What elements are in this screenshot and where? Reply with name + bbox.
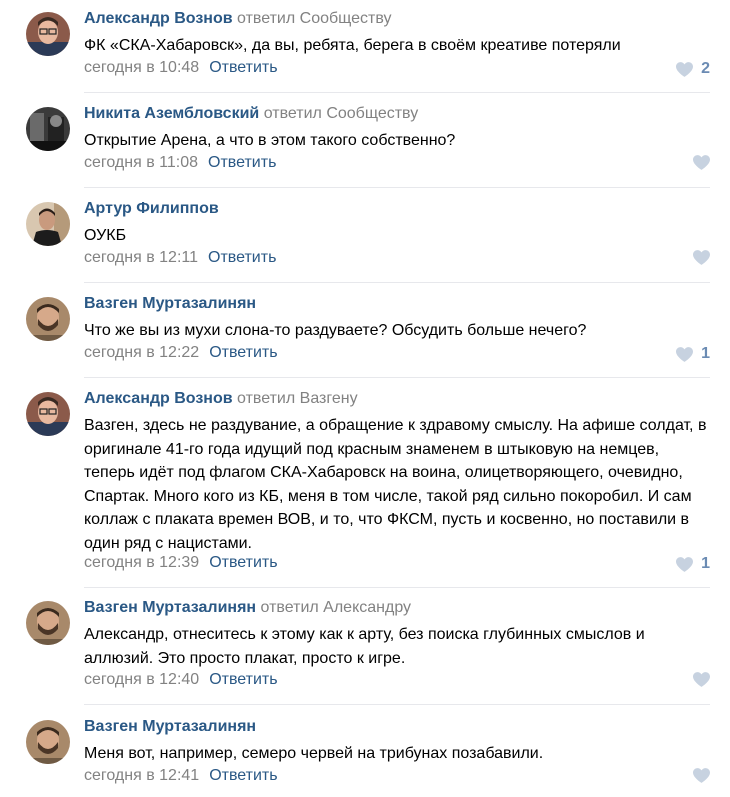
heart-icon bbox=[676, 557, 693, 572]
comment-time[interactable]: сегодня в 12:41 bbox=[84, 767, 199, 784]
comment: Александр Вознов ответил Сообществу ФК «С… bbox=[0, 0, 730, 93]
like-button[interactable]: 1 bbox=[676, 345, 710, 363]
comment-header: Вазген Муртазалинян bbox=[84, 295, 256, 313]
like-button[interactable] bbox=[693, 672, 710, 687]
comment-header: Никита Азембловский ответил Сообществу bbox=[84, 105, 418, 123]
reply-button[interactable]: Ответить bbox=[209, 344, 277, 361]
author-name[interactable]: Вазген Муртазалинян bbox=[84, 295, 256, 312]
avatar-man-beard-icon[interactable] bbox=[26, 601, 70, 645]
comment-text: Открытие Арена, а что в этом такого собс… bbox=[84, 132, 456, 149]
replied-to[interactable]: ответил Вазгену bbox=[237, 390, 358, 407]
reply-button[interactable]: Ответить bbox=[209, 554, 277, 571]
comment: Вазген Муртазалинян Меня вот, например, с… bbox=[0, 708, 730, 797]
author-name[interactable]: Вазген Муртазалинян bbox=[84, 599, 256, 616]
comment-meta: сегодня в 12:22 Ответить bbox=[84, 344, 278, 362]
comment-header: Вазген Муртазалинян ответил Александру bbox=[84, 599, 411, 617]
like-button[interactable] bbox=[693, 768, 710, 783]
comment-text: ФК «СКА-Хабаровск», да вы, ребята, берег… bbox=[84, 37, 621, 54]
reply-button[interactable]: Ответить bbox=[209, 767, 277, 784]
comment-header: Александр Вознов ответил Вазгену bbox=[84, 390, 358, 408]
divider bbox=[84, 282, 710, 283]
heart-icon bbox=[676, 347, 693, 362]
comment-text: ОУКБ bbox=[84, 227, 127, 244]
divider bbox=[84, 704, 710, 705]
heart-icon bbox=[693, 672, 710, 687]
avatar-man-glasses-icon[interactable] bbox=[26, 12, 70, 56]
heart-icon bbox=[693, 155, 710, 170]
comment-header: Александр Вознов ответил Сообществу bbox=[84, 10, 392, 28]
replied-to[interactable]: ответил Сообществу bbox=[264, 105, 418, 122]
comment-text: Александр, отнеситесь к этому как к арту… bbox=[84, 626, 645, 667]
comment-text: Меня вот, например, семеро червей на три… bbox=[84, 745, 544, 762]
divider bbox=[84, 187, 710, 188]
avatar-dark-photo-icon[interactable] bbox=[26, 107, 70, 151]
avatar-man-beard-icon[interactable] bbox=[26, 720, 70, 764]
like-button[interactable] bbox=[693, 155, 710, 170]
comment-header: Вазген Муртазалинян bbox=[84, 718, 256, 736]
like-count: 2 bbox=[701, 60, 710, 77]
comment-time[interactable]: сегодня в 12:11 bbox=[84, 249, 198, 266]
replied-to[interactable]: ответил Александру bbox=[261, 599, 411, 616]
comment-text: Вазген, здесь не раздувание, а обращение… bbox=[84, 417, 707, 552]
comment-time[interactable]: сегодня в 10:48 bbox=[84, 59, 199, 76]
reply-button[interactable]: Ответить bbox=[209, 671, 277, 688]
like-count: 1 bbox=[701, 345, 710, 362]
reply-button[interactable]: Ответить bbox=[208, 154, 276, 171]
comment-meta: сегодня в 12:40 Ответить bbox=[84, 671, 278, 689]
comment-time[interactable]: сегодня в 12:39 bbox=[84, 554, 199, 571]
like-count: 1 bbox=[701, 555, 710, 572]
heart-icon bbox=[693, 768, 710, 783]
author-name[interactable]: Александр Вознов bbox=[84, 10, 233, 27]
author-name[interactable]: Никита Азембловский bbox=[84, 105, 259, 122]
comment: Артур Филиппов ОУКБ сегодня в 12:11 Ответит… bbox=[0, 190, 730, 283]
author-name[interactable]: Александр Вознов bbox=[84, 390, 233, 407]
like-button[interactable]: 2 bbox=[676, 60, 710, 78]
divider bbox=[84, 377, 710, 378]
comment: Вазген Муртазалинян Что же вы из мухи сло… bbox=[0, 285, 730, 378]
like-button[interactable] bbox=[693, 250, 710, 265]
comment: Никита Азембловский ответил Сообществу От… bbox=[0, 95, 730, 188]
avatar-man-glasses-icon[interactable] bbox=[26, 392, 70, 436]
divider bbox=[84, 587, 710, 588]
replied-to[interactable]: ответил Сообществу bbox=[237, 10, 391, 27]
comment-text: Что же вы из мухи слона-то раздуваете? О… bbox=[84, 322, 587, 339]
like-button[interactable]: 1 bbox=[676, 555, 710, 573]
comment-meta: сегодня в 12:11 Ответить bbox=[84, 249, 276, 267]
divider bbox=[84, 92, 710, 93]
comment-meta: сегодня в 12:41 Ответить bbox=[84, 767, 278, 785]
comment: Александр Вознов ответил Вазгену Вазген, … bbox=[0, 380, 730, 588]
comment: Вазген Муртазалинян ответил Александру Ал… bbox=[0, 589, 730, 705]
comment-meta: сегодня в 11:08 Ответить bbox=[84, 154, 276, 172]
avatar-man-dark-jacket-icon[interactable] bbox=[26, 202, 70, 246]
comment-meta: сегодня в 10:48 Ответить bbox=[84, 59, 278, 77]
comment-meta: сегодня в 12:39 Ответить bbox=[84, 554, 278, 572]
author-name[interactable]: Артур Филиппов bbox=[84, 200, 219, 217]
avatar-man-beard-icon[interactable] bbox=[26, 297, 70, 341]
reply-button[interactable]: Ответить bbox=[208, 249, 276, 266]
heart-icon bbox=[676, 62, 693, 77]
comment-header: Артур Филиппов bbox=[84, 200, 219, 218]
heart-icon bbox=[693, 250, 710, 265]
author-name[interactable]: Вазген Муртазалинян bbox=[84, 718, 256, 735]
comment-time[interactable]: сегодня в 12:22 bbox=[84, 344, 199, 361]
reply-button[interactable]: Ответить bbox=[209, 59, 277, 76]
comment-time[interactable]: сегодня в 12:40 bbox=[84, 671, 199, 688]
comment-time[interactable]: сегодня в 11:08 bbox=[84, 154, 198, 171]
